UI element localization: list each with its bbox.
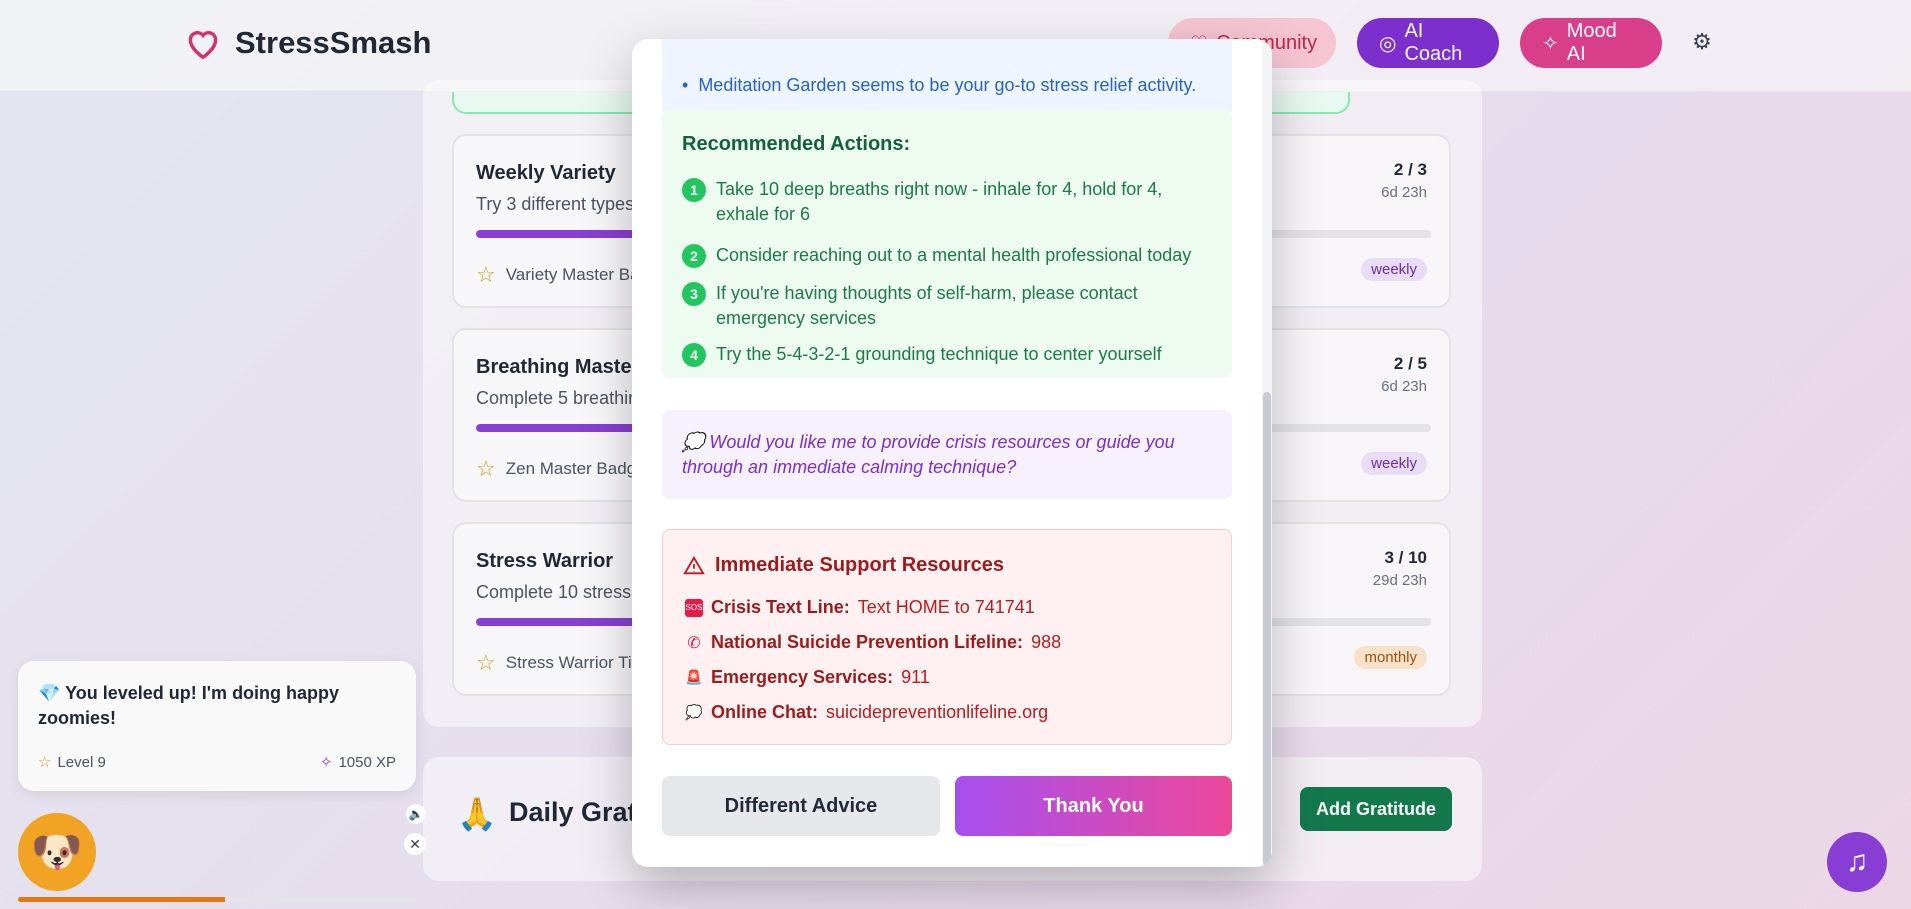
step-number: 2 bbox=[682, 244, 706, 268]
step-number: 4 bbox=[682, 343, 706, 367]
warning-icon bbox=[683, 555, 705, 574]
support-resources: Immediate Support Resources SOS Crisis T… bbox=[662, 529, 1232, 745]
resource-online-chat: 💭 Online Chat: suicidepreventionlifeline.… bbox=[685, 702, 1049, 723]
support-title: Immediate Support Resources bbox=[683, 554, 1004, 577]
siren-icon: 🚨 bbox=[685, 669, 703, 685]
actions-title: Recommended Actions: bbox=[682, 133, 911, 155]
thank-you-button[interactable]: Thank You bbox=[955, 776, 1232, 836]
insight-item: • Meditation Garden seems to be your go-… bbox=[682, 75, 1196, 96]
different-advice-button[interactable]: Different Advice bbox=[662, 776, 940, 836]
bullet: • bbox=[682, 75, 689, 95]
insight-box: • Meditation Garden seems to be your go-… bbox=[662, 39, 1232, 117]
action-item: 3 If you're having thoughts of self-harm,… bbox=[682, 281, 1212, 331]
chat-link[interactable]: suicidepreventionlifeline.org bbox=[826, 702, 1048, 723]
phone-icon: ✆ bbox=[687, 634, 701, 652]
modal-scrollbar[interactable] bbox=[1262, 39, 1272, 867]
follow-up-question: 💭 Would you like me to provide crisis re… bbox=[662, 410, 1232, 499]
step-number: 1 bbox=[682, 178, 706, 202]
resource-emergency: 🚨 Emergency Services: 911 bbox=[685, 667, 930, 687]
step-number: 3 bbox=[682, 282, 706, 306]
resource-crisis-text: SOS Crisis Text Line: Text HOME to 741741 bbox=[685, 597, 1035, 617]
resource-lifeline: ✆ National Suicide Prevention Lifeline: 9… bbox=[685, 632, 1061, 653]
action-item: 2 Consider reaching out to a mental healt… bbox=[682, 243, 1212, 268]
action-item: 1 Take 10 deep breaths right now - inhale… bbox=[682, 177, 1212, 227]
sos-icon: SOS bbox=[685, 598, 703, 617]
ai-advice-modal: • Meditation Garden seems to be your go-… bbox=[632, 39, 1272, 867]
chat-icon: 💭 bbox=[685, 704, 703, 720]
insight-text: Meditation Garden seems to be your go-to… bbox=[698, 75, 1197, 95]
question-text: 💭 Would you like me to provide crisis re… bbox=[682, 432, 1175, 477]
action-item: 4 Try the 5-4-3-2-1 grounding technique t… bbox=[682, 342, 1212, 367]
recommended-actions: Recommended Actions: 1 Take 10 deep breat… bbox=[662, 109, 1232, 378]
scrollbar-thumb[interactable] bbox=[1263, 392, 1271, 866]
